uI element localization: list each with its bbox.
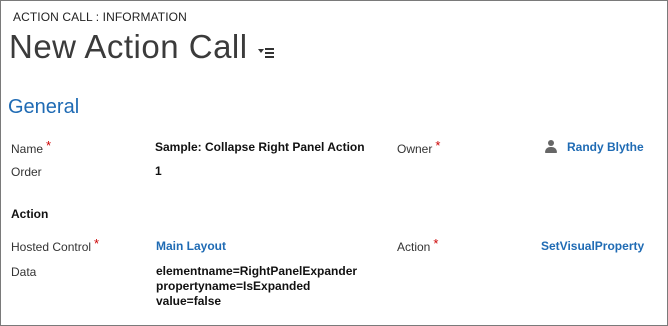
hosted-control-label-text: Hosted Control <box>11 240 92 254</box>
owner-lookup[interactable]: Randy Blythe <box>545 140 644 154</box>
data-field-value[interactable]: elementname=RightPanelExpander propertyn… <box>156 264 357 309</box>
menu-line-1 <box>264 48 274 50</box>
form-selector-menu-icon[interactable] <box>257 46 276 60</box>
form-frame: ACTION CALL : INFORMATION New Action Cal… <box>0 0 668 326</box>
person-icon-head <box>548 140 554 146</box>
person-icon-body <box>545 147 557 153</box>
required-indicator: * <box>94 236 100 251</box>
name-field-label: Name * <box>11 138 52 156</box>
required-indicator: * <box>435 138 441 153</box>
order-field-label: Order <box>11 165 42 179</box>
owner-link[interactable]: Randy Blythe <box>567 140 644 154</box>
required-indicator: * <box>46 138 52 153</box>
name-field-value[interactable]: Sample: Collapse Right Panel Action <box>155 140 365 154</box>
action-subheading: Action <box>11 207 49 221</box>
data-line-3: value=false <box>156 294 222 308</box>
menu-line-2 <box>264 52 274 54</box>
data-line-1: elementname=RightPanelExpander <box>156 264 358 278</box>
title-row: New Action Call <box>9 25 276 69</box>
action-link[interactable]: SetVisualProperty <box>541 239 644 253</box>
person-icon <box>545 140 557 154</box>
section-title-general: General <box>8 96 80 118</box>
required-indicator: * <box>433 236 439 251</box>
owner-field-label: Owner * <box>397 138 441 156</box>
data-line-2: propertyname=IsExpanded <box>156 279 311 293</box>
hosted-control-field-label: Hosted Control * <box>11 236 100 254</box>
order-field-value[interactable]: 1 <box>155 164 162 178</box>
page-title: New Action Call <box>9 28 248 65</box>
action-field-label: Action * <box>397 236 439 254</box>
entity-label: ACTION CALL : INFORMATION <box>13 10 187 24</box>
menu-line-3 <box>264 56 274 58</box>
name-label-text: Name <box>11 142 44 156</box>
owner-label-text: Owner <box>397 142 433 156</box>
hosted-control-link[interactable]: Main Layout <box>156 239 226 253</box>
action-label-text: Action <box>397 240 431 254</box>
data-field-label: Data <box>11 265 37 279</box>
dropdown-triangle-icon <box>257 49 264 53</box>
